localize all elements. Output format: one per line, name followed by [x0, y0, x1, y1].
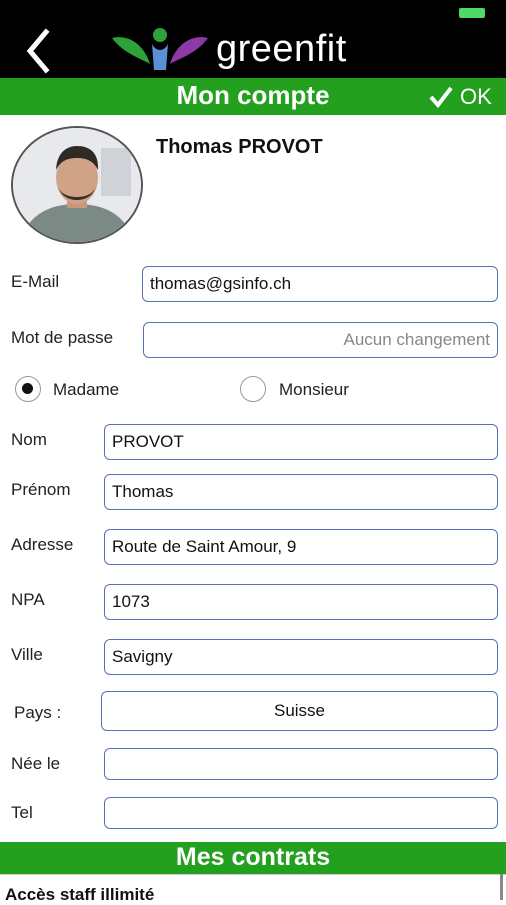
password-label: Mot de passe [11, 328, 114, 347]
list-item[interactable]: Accès staff illimité [0, 874, 506, 904]
radio-selected-dot [22, 383, 33, 394]
chevron-left-icon [26, 28, 50, 74]
nom-label: Nom [11, 430, 47, 449]
ok-label: OK [460, 84, 492, 109]
prenom-label: Prénom [11, 480, 71, 499]
npa-field[interactable] [104, 584, 498, 620]
radio-monsieur[interactable] [240, 376, 266, 402]
nom-field[interactable] [104, 424, 498, 460]
adresse-field[interactable] [104, 529, 498, 565]
top-bar: greenfit [0, 0, 506, 78]
pays-label: Pays : [14, 703, 62, 722]
tel-label: Tel [11, 803, 33, 822]
scrollbar[interactable] [500, 874, 503, 900]
ville-field[interactable] [104, 639, 498, 675]
profile-photo [13, 128, 141, 242]
monsieur-label: Monsieur [279, 380, 349, 399]
back-button[interactable] [22, 26, 58, 76]
avatar[interactable] [11, 126, 143, 244]
tel-field[interactable] [104, 797, 498, 829]
prenom-field[interactable] [104, 474, 498, 510]
adresse-label: Adresse [11, 535, 74, 554]
greenfit-logo-icon [112, 28, 208, 70]
contracts-header: Mes contrats [0, 842, 506, 874]
checkmark-icon [429, 86, 453, 109]
nee-le-label: Née le [11, 754, 61, 773]
battery-icon [459, 8, 485, 18]
pays-select[interactable]: Suisse [101, 691, 498, 731]
madame-label: Madame [53, 380, 120, 399]
radio-madame[interactable] [15, 376, 41, 402]
brand-name: greenfit [216, 28, 347, 70]
contract-label: Accès staff illimité [5, 885, 155, 904]
ville-label: Ville [11, 645, 43, 664]
contracts-title: Mes contrats [175, 843, 331, 871]
birthdate-field[interactable] [104, 748, 498, 780]
title-bar: Mon compte OK [0, 78, 506, 115]
password-field[interactable] [143, 322, 498, 358]
npa-label: NPA [11, 590, 45, 609]
email-field[interactable] [142, 266, 498, 302]
email-label: E-Mail [11, 272, 60, 291]
ok-button[interactable]: OK [428, 82, 492, 112]
user-name: Thomas PROVOT [156, 136, 323, 158]
